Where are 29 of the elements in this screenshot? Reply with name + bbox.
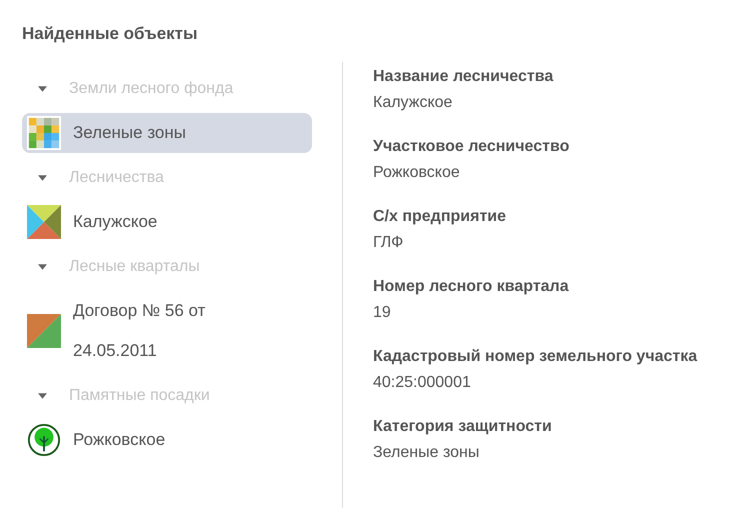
caret-icon[interactable] [38,264,47,270]
property-value: Зеленые зоны [373,443,480,463]
group-label: Лесничества [69,168,164,186]
property-value: 40:25:000001 [373,373,472,393]
property-value: Рожковское [373,163,461,183]
tree-icon [27,423,61,457]
property-label: Название лесничества [373,67,554,87]
property-value: 19 [373,303,392,323]
tree-item[interactable]: Договор № 56 от 24.05.2011 [22,291,312,371]
triangles-icon [27,205,61,239]
property-value: ГЛФ [373,233,404,253]
property-label: Категория защитности [373,417,553,437]
caret-icon[interactable] [38,174,47,180]
property-value: Калужское [373,93,454,113]
panel-title: Найденные объекты [22,23,199,45]
caret-icon[interactable] [38,392,47,398]
group-label: Земли лесного фонда [69,80,234,98]
property-label: Кадастровый номер земельного участка [373,347,698,367]
tree-item[interactable]: Зеленые зоны [22,113,312,153]
property-label: С/х предприятие [373,207,508,227]
map-thumbnail-icon [27,116,61,150]
tree-item[interactable]: Рожковское [22,420,312,460]
tree-item[interactable]: Калужское [22,202,312,242]
property-label: Участковое лесничество [373,137,570,157]
caret-icon[interactable] [38,86,47,92]
property-label: Номер лесного квартала [373,277,570,297]
group-label: Лесные кварталы [69,258,200,276]
split-square-icon [27,314,61,348]
group-label: Памятные посадки [69,386,210,404]
